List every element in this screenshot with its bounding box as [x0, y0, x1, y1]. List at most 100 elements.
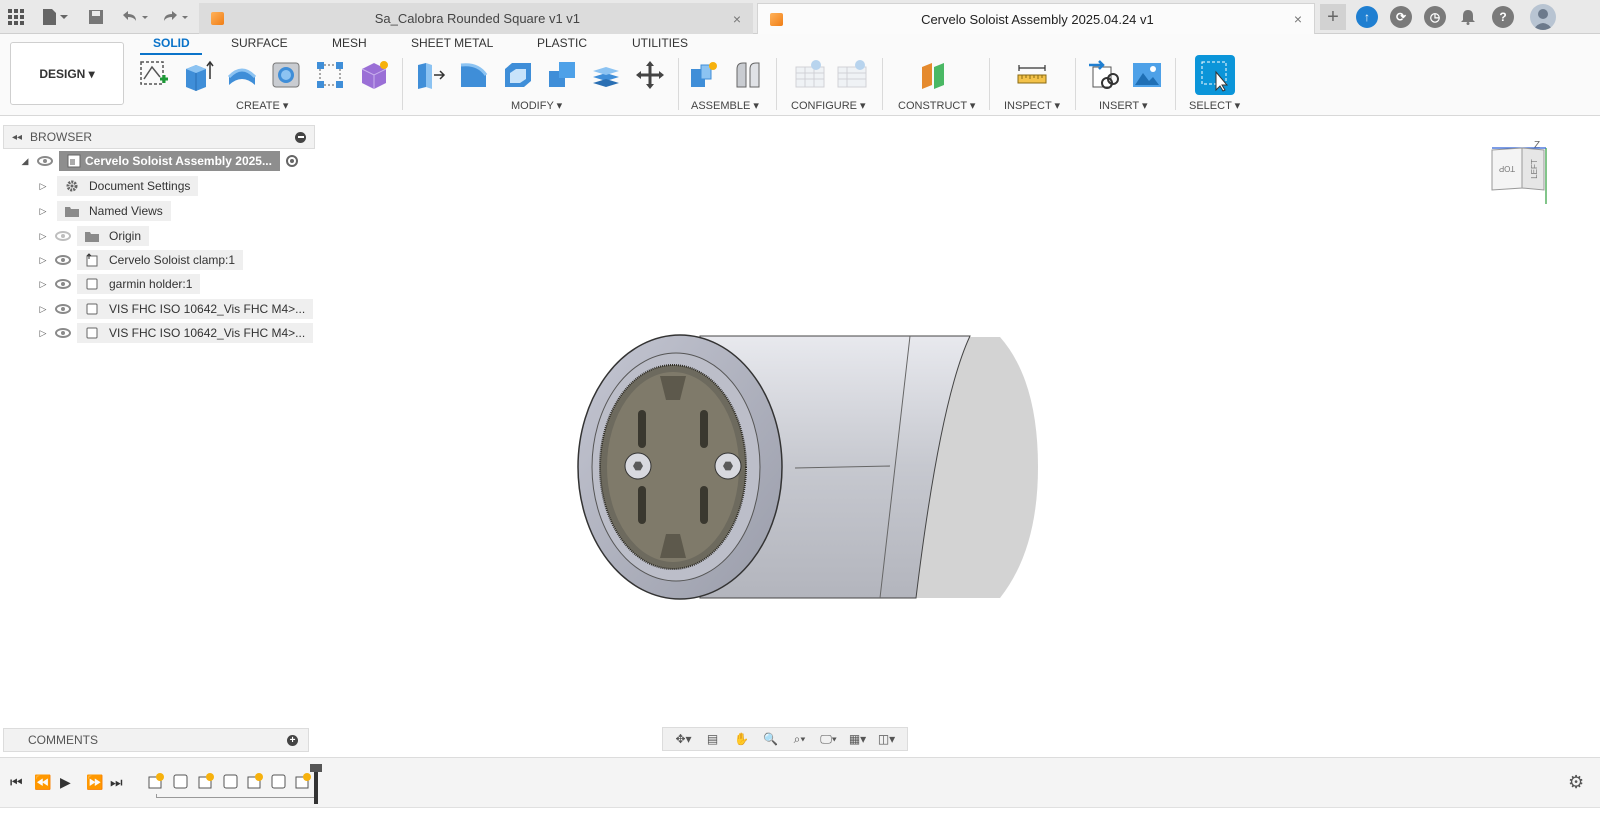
- viewcube-left-face[interactable]: LEFT: [1530, 159, 1539, 179]
- orbit-icon[interactable]: ✥▾: [675, 731, 693, 747]
- clock-icon[interactable]: ◷: [1424, 6, 1446, 28]
- new-component-icon[interactable]: [687, 58, 721, 92]
- expand-triangle-icon[interactable]: ▷: [37, 279, 49, 290]
- shell-icon[interactable]: [501, 58, 535, 92]
- expand-triangle-icon[interactable]: ▷: [37, 304, 49, 315]
- model-viewport[interactable]: [560, 320, 1060, 620]
- timeline-settings-gear-icon[interactable]: ⚙: [1568, 772, 1584, 793]
- expand-triangle-icon[interactable]: ▷: [37, 231, 49, 242]
- play-icon[interactable]: ▶: [60, 774, 71, 791]
- tab-plastic[interactable]: PLASTIC: [537, 36, 587, 50]
- expand-triangle-icon[interactable]: ▷: [37, 206, 49, 217]
- go-to-end-icon[interactable]: ⏭: [110, 774, 123, 791]
- offset-face-icon[interactable]: [589, 58, 623, 92]
- timeline-component-icon[interactable]: [270, 772, 288, 790]
- insert-canvas-icon[interactable]: [1130, 58, 1164, 92]
- expand-triangle-icon[interactable]: ▷: [37, 181, 49, 192]
- workspace-switcher[interactable]: DESIGN ▾: [10, 42, 124, 105]
- pattern-icon[interactable]: [313, 58, 347, 92]
- collapse-triangle-icon[interactable]: ◢: [19, 156, 31, 167]
- assemble-group-label[interactable]: ASSEMBLE ▾: [691, 99, 759, 112]
- press-pull-icon[interactable]: [413, 58, 447, 92]
- configure-group-label[interactable]: CONFIGURE ▾: [791, 99, 866, 112]
- app-grid-icon[interactable]: [6, 6, 26, 28]
- user-avatar[interactable]: [1530, 4, 1556, 30]
- expand-triangle-icon[interactable]: ▷: [37, 328, 49, 339]
- extensions-icon[interactable]: ↑: [1356, 6, 1378, 28]
- step-forward-icon[interactable]: ⏩: [86, 774, 103, 791]
- save-icon[interactable]: [86, 6, 106, 28]
- visibility-eye-icon[interactable]: [55, 328, 71, 338]
- tab-cervelo-soloist-assembly[interactable]: Cervelo Soloist Assembly 2025.04.24 v1 ×: [757, 3, 1315, 34]
- job-status-icon[interactable]: ⟳: [1390, 6, 1412, 28]
- joint-icon[interactable]: [731, 58, 765, 92]
- insert-derive-icon[interactable]: [1086, 58, 1120, 92]
- create-form-icon[interactable]: [357, 58, 391, 92]
- browser-item-cervelo-clamp[interactable]: ▷ Cervelo Soloist clamp:1: [37, 250, 244, 270]
- timeline-new-component-icon[interactable]: [294, 772, 312, 790]
- modify-group-label[interactable]: MODIFY ▾: [511, 99, 562, 112]
- new-tab-button[interactable]: +: [1320, 4, 1346, 30]
- step-back-icon[interactable]: ⏪: [34, 774, 51, 791]
- tab-utilities[interactable]: UTILITIES: [632, 36, 688, 50]
- browser-item-vis-fhc-1[interactable]: ▷ VIS FHC ISO 10642_Vis FHC M4>...: [37, 299, 314, 319]
- grid-settings-icon[interactable]: ▦▾: [849, 731, 867, 747]
- fit-zoom-icon[interactable]: ⌕▾: [791, 731, 809, 747]
- construct-group-label[interactable]: CONSTRUCT ▾: [898, 99, 975, 112]
- browser-item-origin[interactable]: ▷ Origin: [37, 226, 150, 246]
- pan-hand-icon[interactable]: ✋: [733, 731, 751, 747]
- timeline-component-icon[interactable]: [172, 772, 190, 790]
- insert-group-label[interactable]: INSERT ▾: [1099, 99, 1148, 112]
- select-icon[interactable]: [1195, 55, 1235, 95]
- tab-solid[interactable]: SOLID: [153, 36, 190, 50]
- browser-item-document-settings[interactable]: ▷ Document Settings: [37, 176, 199, 196]
- viewports-icon[interactable]: ◫▾: [878, 731, 896, 747]
- file-menu-icon[interactable]: [40, 6, 70, 28]
- view-cube[interactable]: Z TOP LEFT: [1488, 138, 1552, 210]
- look-at-icon[interactable]: ▤: [704, 731, 722, 747]
- browser-root-node[interactable]: ◢ Cervelo Soloist Assembly 2025...: [19, 151, 298, 171]
- visibility-eye-icon[interactable]: [55, 279, 71, 289]
- configure-rule-icon[interactable]: [835, 58, 869, 92]
- tab-sheet-metal[interactable]: SHEET METAL: [411, 36, 493, 50]
- visibility-eye-icon[interactable]: [37, 156, 53, 166]
- expand-triangle-icon[interactable]: ▷: [37, 255, 49, 266]
- timeline-new-component-icon[interactable]: [147, 772, 165, 790]
- visibility-eye-icon[interactable]: [55, 255, 71, 265]
- tab-surface[interactable]: SURFACE: [231, 36, 288, 50]
- activate-radio-icon[interactable]: [285, 155, 298, 167]
- undo-icon[interactable]: [118, 6, 152, 28]
- comments-panel[interactable]: COMMENTS +: [3, 728, 309, 752]
- browser-options-icon[interactable]: [295, 131, 306, 143]
- viewcube-top-face[interactable]: TOP: [1499, 164, 1515, 173]
- revolve-icon[interactable]: [225, 58, 259, 92]
- add-comment-icon[interactable]: +: [287, 734, 298, 746]
- help-icon[interactable]: ?: [1492, 6, 1514, 28]
- select-group-label[interactable]: SELECT ▾: [1189, 99, 1240, 112]
- measure-icon[interactable]: [1015, 58, 1049, 92]
- hole-icon[interactable]: [269, 58, 303, 92]
- offset-plane-icon[interactable]: [917, 58, 951, 92]
- create-group-label[interactable]: CREATE ▾: [236, 99, 288, 112]
- browser-item-vis-fhc-2[interactable]: ▷ VIS FHC ISO 10642_Vis FHC M4>...: [37, 323, 314, 343]
- go-to-start-icon[interactable]: ⏮: [10, 774, 23, 791]
- hidden-eye-icon[interactable]: [55, 231, 71, 241]
- browser-item-garmin-holder[interactable]: ▷ garmin holder:1: [37, 274, 201, 294]
- tab-sa-calobra[interactable]: Sa_Calobra Rounded Square v1 v1 ×: [199, 3, 753, 34]
- redo-icon[interactable]: [158, 6, 192, 28]
- zoom-icon[interactable]: 🔍: [762, 731, 780, 747]
- fillet-icon[interactable]: [457, 58, 491, 92]
- close-tab-icon[interactable]: ×: [733, 11, 741, 27]
- inspect-group-label[interactable]: INSPECT ▾: [1004, 99, 1060, 112]
- notifications-bell-icon[interactable]: [1458, 6, 1478, 28]
- move-copy-icon[interactable]: [633, 58, 667, 92]
- timeline-component-icon[interactable]: [222, 772, 240, 790]
- close-tab-icon[interactable]: ×: [1294, 11, 1302, 27]
- combine-icon[interactable]: [545, 58, 579, 92]
- timeline-new-component-icon[interactable]: [197, 772, 215, 790]
- browser-header[interactable]: ◂◂ BROWSER: [3, 125, 315, 149]
- timeline-marker[interactable]: [310, 764, 322, 804]
- tab-mesh[interactable]: MESH: [332, 36, 367, 50]
- visibility-eye-icon[interactable]: [55, 304, 71, 314]
- create-sketch-icon[interactable]: [137, 58, 171, 92]
